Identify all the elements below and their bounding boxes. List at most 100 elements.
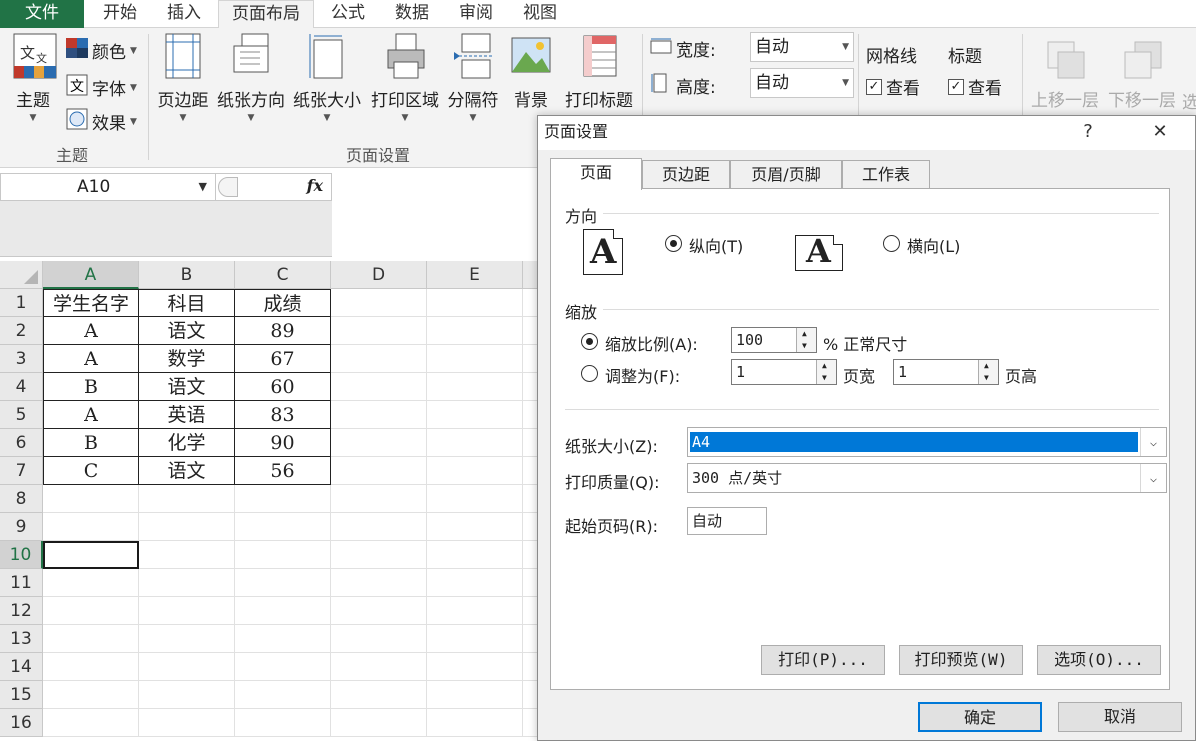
table-cell[interactable] — [235, 709, 331, 737]
cancel-button[interactable]: 取消 — [1058, 702, 1182, 732]
table-cell[interactable] — [139, 569, 235, 597]
column-header-d[interactable]: D — [331, 261, 427, 289]
table-cell[interactable] — [235, 541, 331, 569]
table-cell[interactable] — [331, 373, 427, 401]
tab-formulas[interactable]: 公式 — [320, 0, 376, 28]
tab-file[interactable]: 文件 — [0, 0, 84, 28]
table-cell[interactable] — [235, 597, 331, 625]
table-cell[interactable] — [43, 569, 139, 597]
table-cell[interactable]: 89 — [235, 317, 331, 345]
table-cell[interactable]: 83 — [235, 401, 331, 429]
table-cell[interactable] — [427, 401, 523, 429]
active-cell[interactable] — [43, 541, 139, 569]
tab-home[interactable]: 开始 — [90, 0, 150, 28]
table-cell[interactable]: A — [43, 317, 139, 345]
table-cell[interactable]: 学生名字 — [43, 289, 139, 317]
table-cell[interactable] — [139, 681, 235, 709]
table-cell[interactable] — [331, 345, 427, 373]
ok-button[interactable]: 确定 — [918, 702, 1042, 732]
row-header[interactable]: 8 — [0, 485, 43, 513]
headings-view-checkbox[interactable]: ✓ 查看 — [948, 74, 1002, 99]
table-cell[interactable] — [427, 289, 523, 317]
paper-size-select[interactable]: A4 ⌵ — [687, 427, 1167, 457]
table-cell[interactable] — [43, 597, 139, 625]
table-cell[interactable] — [427, 429, 523, 457]
select-all-corner[interactable] — [0, 261, 43, 289]
chevron-down-icon[interactable]: ⌵ — [1140, 464, 1166, 492]
table-cell[interactable]: 56 — [235, 457, 331, 485]
table-cell[interactable] — [427, 317, 523, 345]
table-cell[interactable]: B — [43, 373, 139, 401]
table-cell[interactable] — [331, 541, 427, 569]
orientation-button[interactable]: 纸张方向 ▼ — [214, 32, 288, 123]
table-cell[interactable] — [331, 681, 427, 709]
tab-page[interactable]: 页面 — [550, 158, 642, 190]
table-cell[interactable]: 成绩 — [235, 289, 331, 317]
table-cell[interactable] — [427, 681, 523, 709]
portrait-radio[interactable] — [665, 235, 682, 252]
worksheet-grid[interactable]: A B C D E 1 学生名字 科目 成绩 2 A 语文 89 3 A 数学 67 4 B 语文 60 5 A 英… — [0, 261, 540, 741]
tab-view[interactable]: 视图 — [510, 0, 570, 28]
table-cell[interactable] — [331, 485, 427, 513]
table-cell[interactable] — [139, 625, 235, 653]
column-header-a[interactable]: A — [43, 261, 139, 289]
table-cell[interactable]: 英语 — [139, 401, 235, 429]
print-preview-button[interactable]: 打印预览(W) — [899, 645, 1023, 675]
table-cell[interactable] — [427, 569, 523, 597]
table-cell[interactable] — [331, 597, 427, 625]
table-cell[interactable]: A — [43, 401, 139, 429]
tab-insert[interactable]: 插入 — [154, 0, 214, 28]
chevron-down-icon[interactable]: ⌵ — [1140, 428, 1166, 456]
close-icon[interactable]: ✕ — [1138, 116, 1182, 150]
colors-button[interactable]: 颜色 ▼ — [66, 38, 137, 63]
table-cell[interactable] — [331, 457, 427, 485]
table-cell[interactable] — [331, 653, 427, 681]
table-cell[interactable] — [235, 681, 331, 709]
fit-pages-tall-input[interactable]: 1 ▲ ▼ — [893, 359, 999, 385]
fonts-button[interactable]: 文 字体 ▼ — [66, 74, 137, 101]
size-button[interactable]: 纸张大小 ▼ — [290, 32, 364, 123]
portrait-label[interactable]: 纵向(T) — [689, 233, 743, 257]
spinner[interactable]: ▲ ▼ — [796, 328, 816, 352]
tab-header-footer[interactable]: 页眉/页脚 — [730, 160, 842, 189]
table-cell[interactable] — [331, 317, 427, 345]
print-titles-button[interactable]: 打印标题 — [560, 32, 638, 111]
table-cell[interactable] — [427, 485, 523, 513]
table-cell[interactable] — [427, 541, 523, 569]
table-cell[interactable] — [235, 569, 331, 597]
column-header-e[interactable]: E — [427, 261, 523, 289]
gridlines-view-checkbox[interactable]: ✓ 查看 — [866, 74, 920, 99]
table-cell[interactable]: 数学 — [139, 345, 235, 373]
table-cell[interactable] — [43, 681, 139, 709]
table-cell[interactable] — [139, 485, 235, 513]
table-cell[interactable] — [427, 457, 523, 485]
column-header-c[interactable]: C — [235, 261, 331, 289]
table-cell[interactable]: C — [43, 457, 139, 485]
first-page-number-input[interactable]: 自动 — [687, 507, 767, 535]
row-header[interactable]: 12 — [0, 597, 43, 625]
send-backward-button[interactable]: 下移一层 — [1104, 32, 1180, 111]
row-header[interactable]: 11 — [0, 569, 43, 597]
tab-data[interactable]: 数据 — [382, 0, 442, 28]
table-cell[interactable]: 语文 — [139, 317, 235, 345]
spin-up-icon[interactable]: ▲ — [984, 361, 989, 371]
options-button[interactable]: 选项(O)... — [1037, 645, 1161, 675]
fit-pages-wide-input[interactable]: 1 ▲ ▼ — [731, 359, 837, 385]
table-cell[interactable]: 语文 — [139, 457, 235, 485]
table-cell[interactable]: A — [43, 345, 139, 373]
print-button[interactable]: 打印(P)... — [761, 645, 885, 675]
height-select[interactable]: 自动 ▼ — [750, 68, 854, 98]
spin-up-icon[interactable]: ▲ — [822, 361, 827, 371]
column-header-b[interactable]: B — [139, 261, 235, 289]
row-header[interactable]: 6 — [0, 429, 43, 457]
table-cell[interactable] — [331, 513, 427, 541]
table-cell[interactable] — [427, 625, 523, 653]
row-header[interactable]: 9 — [0, 513, 43, 541]
table-cell[interactable] — [139, 653, 235, 681]
adjust-to-label[interactable]: 缩放比例(A): — [605, 331, 698, 355]
table-cell[interactable]: 67 — [235, 345, 331, 373]
help-icon[interactable]: ? — [1068, 116, 1108, 150]
spin-down-icon[interactable]: ▼ — [822, 373, 827, 383]
table-cell[interactable] — [43, 513, 139, 541]
table-cell[interactable] — [43, 485, 139, 513]
